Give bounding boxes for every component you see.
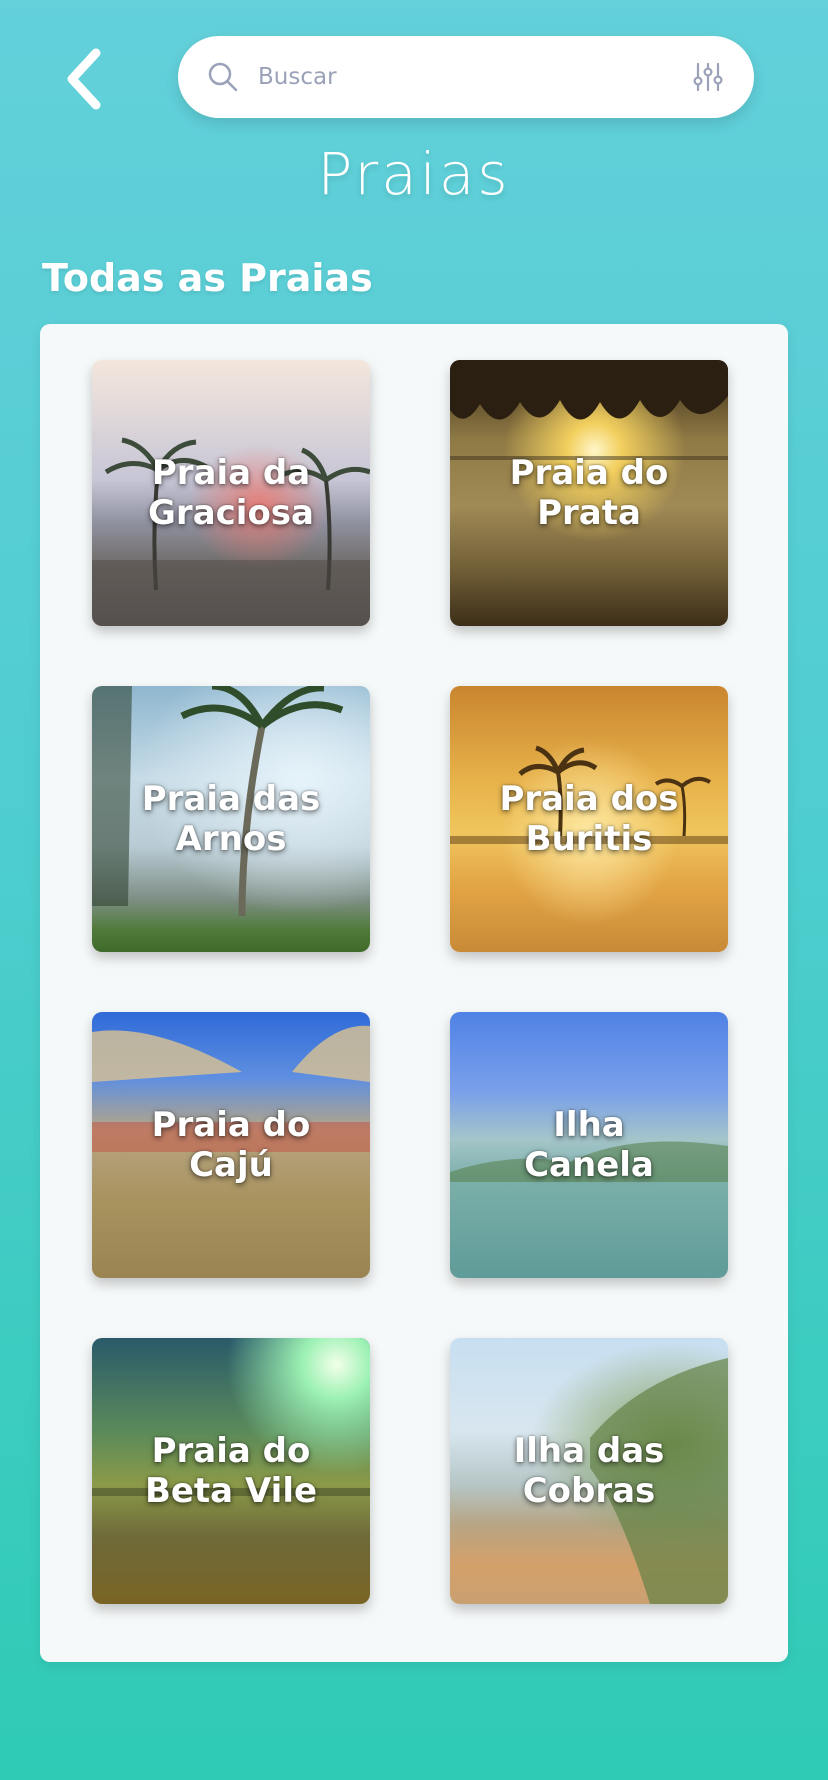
sliders-icon[interactable] [690, 59, 726, 95]
search-bar[interactable] [178, 36, 754, 118]
beach-card-label: Praia da Graciosa [148, 453, 314, 533]
chevron-left-icon [67, 48, 101, 110]
search-input[interactable] [256, 63, 690, 91]
section-title: Todas as Praias [42, 256, 373, 300]
beaches-grid: Praia da Graciosa Praia do Prata Praia d… [40, 324, 788, 1662]
search-icon [206, 60, 240, 94]
beach-card-buritis[interactable]: Praia dos Buritis [450, 686, 728, 952]
beach-card-label: Praia do Prata [509, 453, 669, 533]
beach-card-cobras[interactable]: Ilha das Cobras [450, 1338, 728, 1604]
beach-card-caju[interactable]: Praia do Cajú [92, 1012, 370, 1278]
beach-card-canela[interactable]: Ilha Canela [450, 1012, 728, 1278]
beach-card-label: Praia das Arnos [141, 779, 321, 859]
back-button[interactable] [56, 44, 112, 114]
page-title: Praias [317, 140, 511, 208]
beach-card-label: Ilha das Cobras [513, 1431, 665, 1511]
beach-card-label: Ilha Canela [524, 1105, 654, 1185]
beach-card-label: Praia dos Buritis [499, 779, 679, 859]
beach-card-beta-vile[interactable]: Praia do Beta Vile [92, 1338, 370, 1604]
beach-card-label: Praia do Cajú [151, 1105, 311, 1185]
beach-card-arnos[interactable]: Praia das Arnos [92, 686, 370, 952]
beach-card-label: Praia do Beta Vile [144, 1431, 318, 1511]
beach-card-prata[interactable]: Praia do Prata [450, 360, 728, 626]
beach-card-graciosa[interactable]: Praia da Graciosa [92, 360, 370, 626]
